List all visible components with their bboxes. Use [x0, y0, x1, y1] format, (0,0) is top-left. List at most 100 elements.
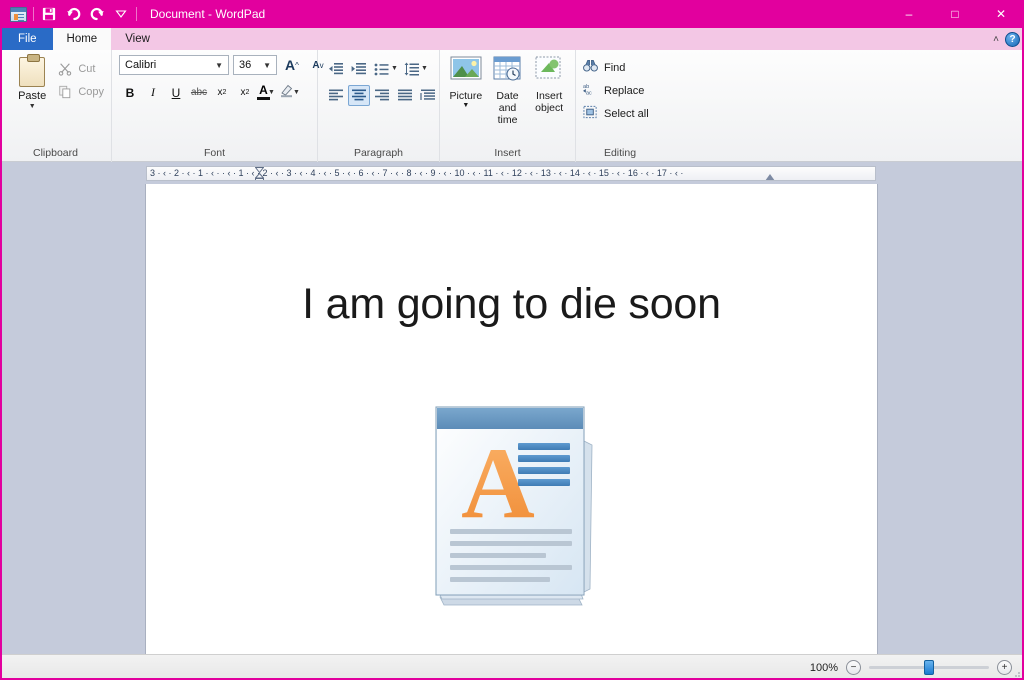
- picture-dropdown-arrow[interactable]: ▼: [462, 102, 469, 110]
- document-paragraph[interactable]: I am going to die soon: [302, 280, 721, 329]
- collapse-ribbon-icon[interactable]: ˄: [993, 34, 999, 45]
- font-group-label: Font: [203, 147, 225, 159]
- increase-indent-button[interactable]: [348, 58, 370, 79]
- align-left-button[interactable]: [325, 85, 347, 106]
- zoom-slider[interactable]: [869, 660, 989, 675]
- quick-access-toolbar: [6, 3, 140, 25]
- ribbon-group-clipboard: Paste ▼ Cut Copy Clipboard: [0, 50, 112, 162]
- line-spacing-button[interactable]: [401, 58, 423, 79]
- bullets-chevron-down-icon[interactable]: ▼: [391, 65, 400, 72]
- window-controls: – □ ✕: [886, 0, 1024, 28]
- redo-icon[interactable]: [85, 3, 109, 25]
- align-center-button[interactable]: [348, 85, 370, 106]
- right-indent-marker[interactable]: [765, 173, 775, 180]
- zoom-in-button[interactable]: +: [997, 660, 1012, 675]
- font-size-combobox[interactable]: 36 ▼: [233, 55, 277, 75]
- save-icon[interactable]: [37, 3, 61, 25]
- copy-label: Copy: [78, 86, 104, 98]
- zoom-level-label: 100%: [809, 661, 838, 674]
- binoculars-icon: [583, 59, 599, 76]
- font-size-chevron-down-icon[interactable]: ▼: [260, 61, 274, 70]
- insert-object-label: Insert object: [535, 90, 564, 115]
- svg-text:ac: ac: [586, 91, 592, 96]
- justify-button[interactable]: [394, 85, 416, 106]
- copy-button[interactable]: Copy: [57, 83, 104, 101]
- paragraph-settings-button[interactable]: [417, 85, 439, 106]
- ruler-row: 3 · ‹ · 2 · ‹ · 1 · ‹ · · ‹ · 1 · ‹ · 2 …: [0, 162, 1024, 184]
- font-family-value: Calibri: [125, 59, 157, 71]
- paste-button[interactable]: Paste ▼: [7, 54, 57, 110]
- bold-button[interactable]: B: [119, 82, 141, 103]
- resize-grip-icon[interactable]: [1011, 668, 1021, 680]
- customize-qat-icon[interactable]: [109, 3, 133, 25]
- window-title: Document - WordPad: [150, 7, 266, 21]
- clipboard-icon: [19, 54, 46, 87]
- subscript-button[interactable]: x2: [211, 82, 233, 103]
- qat-divider-1: [33, 7, 34, 21]
- insert-date-time-button[interactable]: Date and time: [489, 55, 527, 126]
- clipboard-group-label: Clipboard: [33, 147, 78, 159]
- cut-button[interactable]: Cut: [57, 60, 104, 78]
- page-scroll-region: I am going to die soon A: [0, 184, 1024, 654]
- help-icon[interactable]: ?: [1005, 31, 1020, 47]
- zoom-slider-thumb[interactable]: [924, 660, 934, 675]
- text-color-button[interactable]: A ▼: [257, 84, 278, 100]
- status-bar: 100% − +: [0, 654, 1024, 680]
- ribbon-tab-right-controls: ˄ ?: [993, 28, 1020, 50]
- ribbon-group-editing: Find ab ac Replace Select all Editing: [576, 50, 664, 162]
- insert-picture-button[interactable]: Picture ▼: [447, 55, 485, 110]
- bullets-button[interactable]: [371, 58, 393, 79]
- undo-icon[interactable]: [61, 3, 85, 25]
- highlight-button[interactable]: ▼: [279, 82, 303, 103]
- title-bar: Document - WordPad – □ ✕: [0, 0, 1024, 28]
- underline-button[interactable]: U: [165, 82, 187, 103]
- ribbon: Paste ▼ Cut Copy Clipboard Calibri ▼ 36 …: [0, 50, 1024, 162]
- picture-icon: [450, 55, 482, 87]
- app-icon[interactable]: [6, 3, 30, 25]
- tab-file[interactable]: File: [2, 28, 53, 50]
- tab-home[interactable]: Home: [52, 28, 112, 50]
- minimize-button[interactable]: –: [886, 0, 932, 28]
- superscript-button[interactable]: x2: [234, 82, 256, 103]
- insert-object-button[interactable]: Insert object: [530, 55, 568, 114]
- align-right-button[interactable]: [371, 85, 393, 106]
- ribbon-group-font: Calibri ▼ 36 ▼ A ^ Av B I U abc x 2 x 2 …: [112, 50, 324, 162]
- font-family-chevron-down-icon[interactable]: ▼: [212, 61, 226, 70]
- document-work-area: 3 · ‹ · 2 · ‹ · 1 · ‹ · · ‹ · 1 · ‹ · 2 …: [0, 162, 1024, 654]
- wordpad-document-logo-image[interactable]: A: [426, 401, 598, 613]
- select-all-icon: [583, 105, 599, 122]
- calendar-clock-icon: [492, 55, 524, 87]
- object-icon: [533, 55, 565, 87]
- highlight-chevron-down-icon[interactable]: ▼: [293, 89, 303, 96]
- replace-icon: ab ac: [583, 82, 599, 99]
- zoom-out-button[interactable]: −: [846, 660, 861, 675]
- cut-label: Cut: [78, 63, 96, 75]
- decrease-indent-button[interactable]: [325, 58, 347, 79]
- editing-group-label: Editing: [603, 147, 637, 159]
- ribbon-group-paragraph: ▼ ▼ Paragraph: [318, 50, 440, 162]
- text-color-chevron-down-icon[interactable]: ▼: [268, 89, 278, 96]
- tab-view[interactable]: View: [111, 28, 164, 50]
- ribbon-tab-strip: File Home View ˄ ?: [0, 28, 1024, 50]
- date-time-label: Date and time: [496, 90, 519, 127]
- left-indent-marker[interactable]: [254, 166, 265, 180]
- grow-font-button[interactable]: A ^: [281, 55, 303, 75]
- ribbon-group-insert: Picture ▼ Date and time Insert object In…: [440, 50, 576, 162]
- strikethrough-button[interactable]: abc: [188, 82, 210, 103]
- horizontal-ruler[interactable]: 3 · ‹ · 2 · ‹ · 1 · ‹ · · ‹ · 1 · ‹ · 2 …: [146, 165, 876, 181]
- line-spacing-chevron-down-icon[interactable]: ▼: [421, 65, 430, 72]
- select-all-button[interactable]: Select all: [583, 105, 649, 122]
- document-page[interactable]: I am going to die soon A: [146, 184, 877, 654]
- copy-icon: [57, 84, 73, 100]
- find-button[interactable]: Find: [583, 59, 649, 76]
- picture-label: Picture: [449, 90, 483, 102]
- italic-button[interactable]: I: [142, 82, 164, 103]
- insert-group-label: Insert: [494, 147, 521, 159]
- close-button[interactable]: ✕: [978, 0, 1024, 28]
- maximize-button[interactable]: □: [932, 0, 978, 28]
- font-family-combobox[interactable]: Calibri ▼: [119, 55, 229, 75]
- paste-dropdown-arrow[interactable]: ▼: [29, 103, 36, 110]
- replace-button[interactable]: ab ac Replace: [583, 82, 649, 99]
- wordpad-window: Document - WordPad – □ ✕ File Home View …: [0, 0, 1024, 680]
- ruler-ticks: 3 · ‹ · 2 · ‹ · 1 · ‹ · · ‹ · 1 · ‹ · 2 …: [150, 168, 684, 178]
